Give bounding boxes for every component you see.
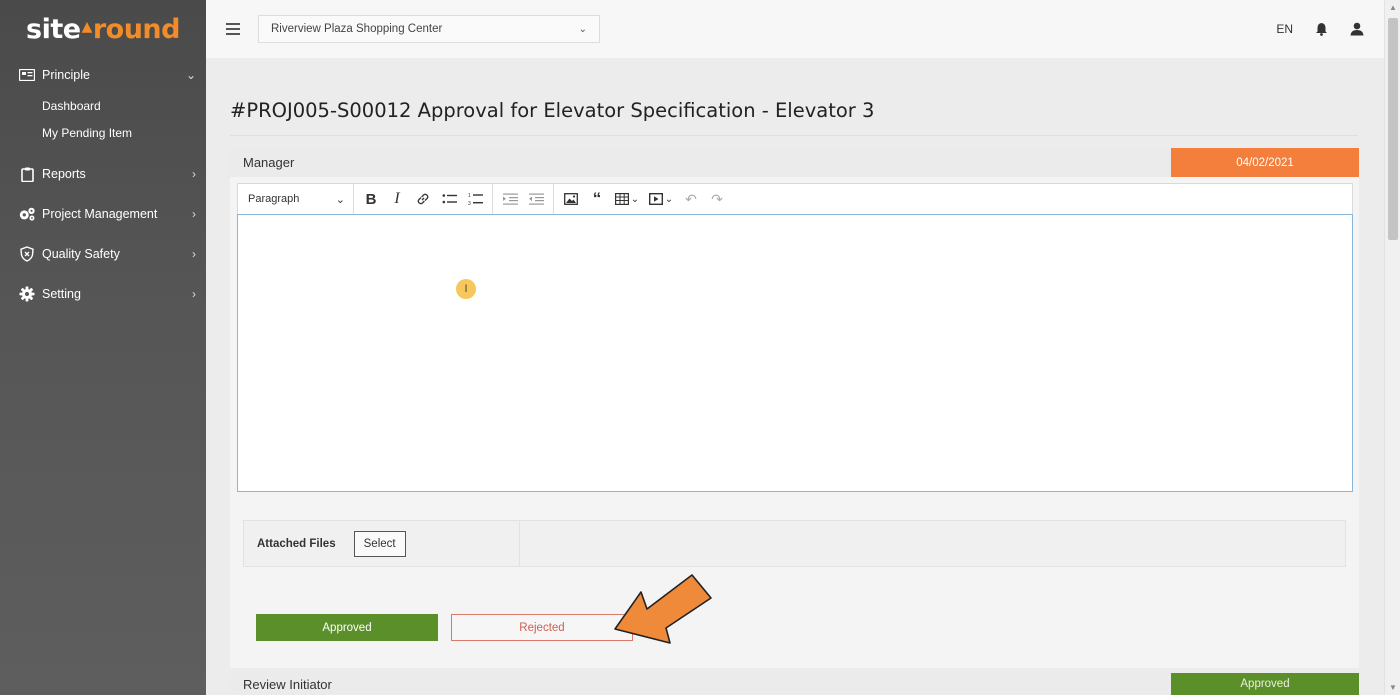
sidebar-item-label: Quality Safety [42,247,120,261]
sidebar-subitem-my-pending-item[interactable]: My Pending Item [0,119,206,146]
section-title: Review Initiator [243,676,332,692]
page-title: #PROJ005-S00012 Approval for Elevator Sp… [230,99,875,122]
top-bar: Riverview Plaza Shopping Center ⌄ EN [206,0,1384,58]
rich-text-editor: Paragraph ⌄ B I 13 “ ⌄ ⌄ ↶ ↷ I [237,183,1353,493]
shield-icon [18,246,36,262]
chevron-right-icon: › [192,287,196,301]
link-icon[interactable] [410,187,436,211]
select-files-button[interactable]: Select [353,530,406,557]
blockquote-icon[interactable]: “ [584,187,610,211]
bell-icon[interactable] [1315,22,1328,36]
logo-text-site: site [26,13,81,45]
language-switcher[interactable]: EN [1276,22,1293,36]
bulleted-list-icon[interactable] [436,187,462,211]
hamburger-menu-icon[interactable] [226,20,246,38]
scroll-down-icon[interactable]: ▼ [1389,683,1397,692]
manager-review-card: Manager 04/02/2021 Paragraph ⌄ B I 13 “ … [230,148,1359,668]
sidebar-item-label: Reports [42,167,86,181]
indent-icon[interactable] [497,187,523,211]
svg-text:1: 1 [468,193,471,199]
sidebar-item-setting[interactable]: Setting › [0,274,206,314]
scroll-up-icon[interactable]: ▲ [1389,3,1397,12]
sidebar-item-label: Setting [42,287,81,301]
vertical-scrollbar[interactable]: ▲ ▼ [1384,0,1400,695]
outdent-icon[interactable] [523,187,549,211]
gear-icon [18,286,36,302]
chevron-right-icon: › [192,247,196,261]
gears-icon [18,206,36,222]
sidebar-item-project-management[interactable]: Project Management › [0,194,206,234]
editor-toolbar: Paragraph ⌄ B I 13 “ ⌄ ⌄ ↶ ↷ [237,183,1353,215]
text-cursor-indicator: I [456,279,476,299]
card-icon [18,67,36,83]
chevron-down-icon: ⌄ [335,193,345,206]
sidebar-item-label: Project Management [42,207,158,221]
scrollbar-thumb[interactable] [1388,18,1398,240]
chevron-right-icon: › [192,167,196,181]
clipboard-icon [18,166,36,182]
sidebar-item-quality-safety[interactable]: Quality Safety › [0,234,206,274]
date-badge: 04/02/2021 [1171,148,1359,177]
section-title: Manager [243,155,295,170]
attached-files-panel: Attached Files Select [243,520,1346,567]
section-header: Manager 04/02/2021 [230,148,1359,177]
chevron-down-icon: ⌄ [185,68,196,82]
chevron-down-icon: ⌄ [578,23,587,35]
logo-triangle-icon: ▲ [81,19,93,35]
sidebar-subitem-dashboard[interactable]: Dashboard [0,92,206,119]
title-divider [230,135,1358,136]
svg-text:3: 3 [468,201,471,206]
approved-button[interactable]: Approved [256,614,438,641]
paragraph-format-dropdown[interactable]: Paragraph ⌄ [242,183,354,215]
sidebar-item-principle[interactable]: Principle ⌄ [0,58,206,92]
insert-table-icon[interactable]: ⌄ [610,187,644,211]
redo-icon[interactable]: ↷ [704,187,730,211]
user-icon[interactable] [1350,22,1364,36]
numbered-list-icon[interactable]: 13 [462,187,488,211]
sidebar-item-label: Principle [42,68,90,82]
paragraph-format-value: Paragraph [248,193,300,205]
insert-media-icon[interactable]: ⌄ [644,187,678,211]
undo-icon[interactable]: ↶ [678,187,704,211]
attached-files-label: Attached Files [257,537,336,550]
annotation-arrow-icon [614,574,712,644]
project-select-value: Riverview Plaza Shopping Center [271,23,443,35]
sidebar-item-reports[interactable]: Reports › [0,154,206,194]
italic-button[interactable]: I [384,187,410,211]
bold-button[interactable]: B [358,187,384,211]
insert-image-icon[interactable] [558,187,584,211]
logo-text-round: round [92,13,181,45]
project-select[interactable]: Riverview Plaza Shopping Center ⌄ [258,15,600,43]
status-badge: Approved [1171,673,1359,695]
review-initiator-header: Review Initiator Approved [230,673,1359,695]
sidebar: site ▲ round Principle ⌄ Dashboard My Pend… [0,0,206,695]
sitearound-logo[interactable]: site ▲ round [0,0,206,58]
chevron-right-icon: › [192,207,196,221]
editor-content-area[interactable]: I [237,214,1353,492]
